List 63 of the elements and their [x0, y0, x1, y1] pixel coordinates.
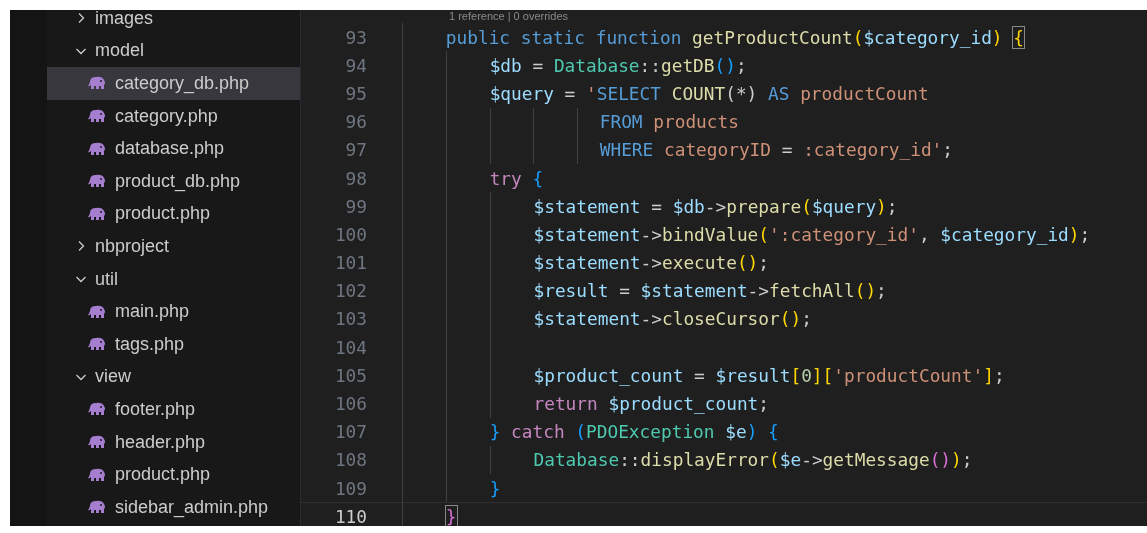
- code-line: $db = Database::getDB();: [402, 52, 747, 79]
- file-item[interactable]: main.php: [47, 295, 300, 328]
- code-line: $product_count = $result[0]['productCount'];: [402, 362, 1005, 389]
- line-number: 103: [333, 308, 367, 330]
- file-item[interactable]: product.php: [47, 458, 300, 491]
- file-item[interactable]: category_db.php: [47, 67, 300, 100]
- folder-item[interactable]: model: [47, 34, 300, 68]
- line-number: 100: [333, 223, 367, 245]
- line-number: 97: [344, 139, 367, 161]
- line-number: 96: [344, 111, 367, 133]
- line-number: 102: [333, 280, 367, 302]
- file-item[interactable]: category.php: [47, 99, 300, 133]
- elephant-icon: [87, 109, 107, 124]
- elephant-icon: [87, 206, 107, 221]
- elephant-icon: [87, 467, 107, 482]
- file-item[interactable]: product_db.php: [47, 164, 300, 198]
- code-line: $result = $statement->fetchAll();: [402, 277, 887, 304]
- file-item[interactable]: product.php: [47, 197, 300, 231]
- code-line: public static function getProductCount($category_id) {: [402, 24, 1024, 51]
- line-number: 93: [344, 26, 367, 48]
- codelens-hint[interactable]: 1 reference | 0 overrides: [301, 10, 1147, 23]
- line-number: 107: [333, 421, 367, 443]
- line-number: 101: [333, 252, 367, 274]
- line-number: 98: [344, 167, 367, 189]
- code-line: $statement = $db->prepare($query);: [402, 193, 898, 220]
- code-line: }: [402, 475, 501, 502]
- code-line: try {: [402, 164, 544, 192]
- elephant-icon: [87, 141, 107, 156]
- code-line: $statement->execute();: [402, 249, 770, 276]
- elephant-icon: [87, 304, 107, 319]
- line-number: 94: [344, 54, 367, 76]
- code-line: $query = 'SELECT COUNT(*) AS productCount: [402, 80, 929, 107]
- code-line: Database::displayError($e->getMessage());: [402, 446, 973, 473]
- folder-item[interactable]: view: [47, 360, 300, 394]
- code-line: return $product_count;: [402, 390, 769, 417]
- line-number: 105: [333, 364, 367, 386]
- code-line: FROM products: [402, 108, 739, 135]
- line-number: 109: [333, 477, 367, 499]
- line-number: 110: [333, 505, 367, 526]
- file-item[interactable]: database.php: [47, 132, 300, 165]
- file-item[interactable]: sidebar_admin.php: [47, 490, 300, 524]
- code-line: WHERE categoryID = :category_id';: [402, 136, 954, 163]
- elephant-icon: [87, 76, 107, 91]
- file-item[interactable]: tags.php: [47, 327, 300, 361]
- code-line: }: [402, 503, 457, 526]
- folder-item[interactable]: nbproject: [47, 230, 300, 263]
- folder-item[interactable]: util: [47, 262, 300, 296]
- elephant-icon: [87, 174, 107, 189]
- line-number: 106: [333, 393, 367, 415]
- line-number: 95: [344, 82, 367, 104]
- file-item[interactable]: footer.php: [47, 393, 300, 426]
- line-number: 108: [333, 449, 367, 471]
- code-line: $statement->closeCursor();: [402, 305, 812, 333]
- file-item[interactable]: header.php: [47, 425, 300, 459]
- line-number: 104: [333, 336, 367, 358]
- code-line: $statement->bindValue(':category_id', $category_id);: [402, 221, 1091, 248]
- folder-item[interactable]: images: [47, 10, 300, 35]
- elephant-icon: [87, 500, 107, 515]
- line-number: 99: [344, 195, 367, 217]
- elephant-icon: [87, 402, 107, 417]
- code-line: } catch (PDOException $e) {: [402, 418, 779, 445]
- elephant-icon: [87, 435, 107, 449]
- elephant-icon: [87, 337, 107, 352]
